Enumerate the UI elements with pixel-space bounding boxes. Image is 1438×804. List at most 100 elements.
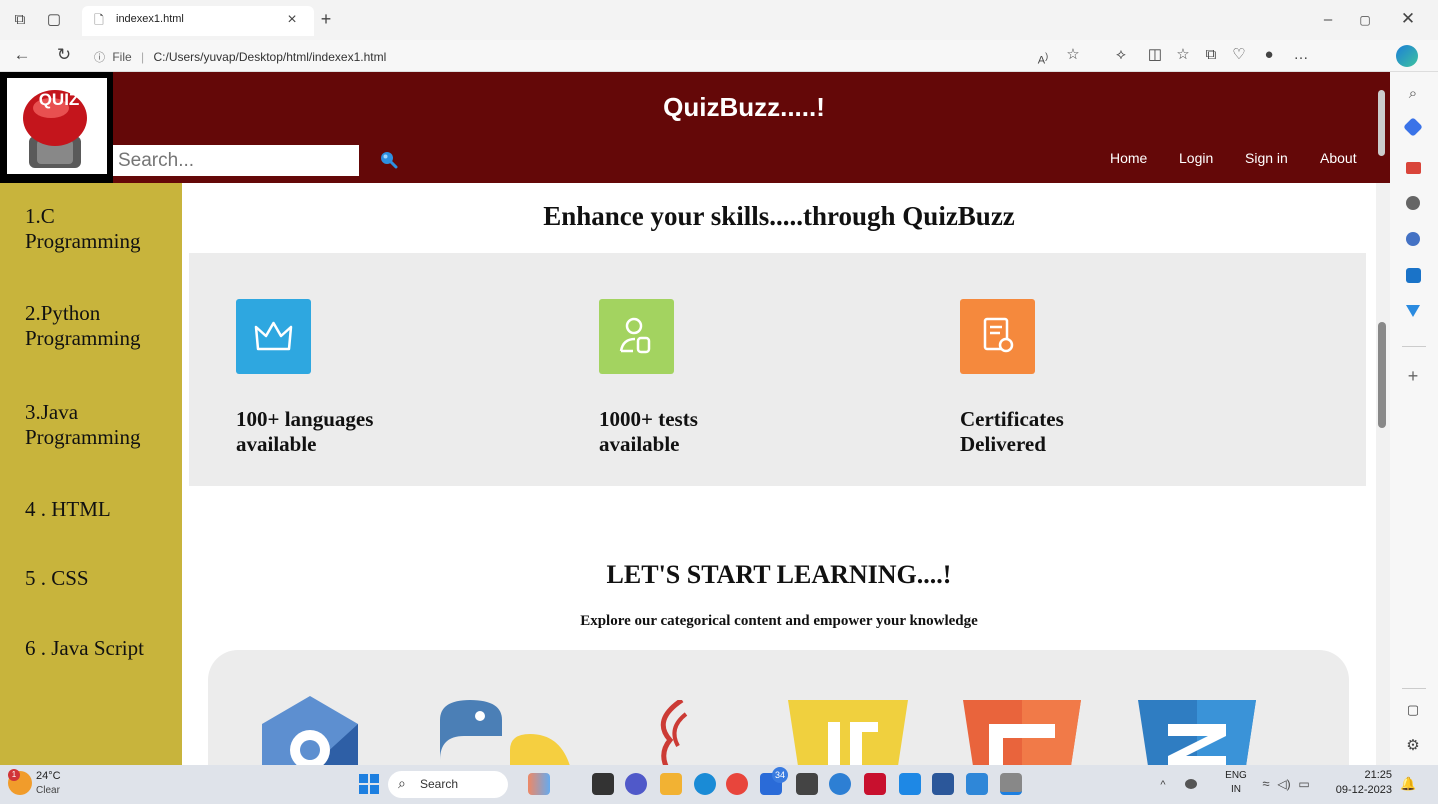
site-header: QUIZ QuizBuzz.....! Home Login Sign in A… [0,72,1376,183]
sidebar-item-python[interactable]: 2.Python Programming [25,301,165,351]
sidebar-item-css[interactable]: 5 . CSS [25,566,175,591]
certificate-icon [960,299,1035,374]
html-logo[interactable] [963,700,1081,765]
python-logo[interactable] [430,696,570,765]
games-icon[interactable] [1406,196,1420,210]
search-highlight-icon[interactable] [528,773,550,795]
shopping-tag-icon[interactable] [1403,117,1423,137]
extensions-icon[interactable]: ⟡ [1110,45,1132,65]
feature-1-line1: 100+ languages [236,407,374,431]
add-sidebar-app-icon[interactable]: + [1402,366,1424,386]
sidebar-item-c[interactable]: 1.C Programming [25,204,165,254]
profile-icon[interactable]: ● [1258,45,1280,65]
search-icon[interactable]: ⌕ [1402,84,1424,104]
word-icon[interactable] [932,773,954,795]
task-view-icon[interactable] [592,773,614,795]
microsoft365-icon[interactable] [1406,232,1420,246]
browser-essentials-icon[interactable]: ♡ [1228,45,1250,65]
css-logo[interactable] [1138,700,1256,765]
new-tab-icon[interactable]: + [316,9,336,29]
taskbar-search-label: Search [420,777,459,791]
nav-home[interactable]: Home [1110,150,1147,166]
search-icon[interactable] [380,151,398,169]
file-explorer-icon[interactable] [660,773,682,795]
clock-date[interactable]: 09-12-2023 [1330,784,1392,796]
hero-heading: Enhance your skills.....through QuizBuzz [543,201,1015,231]
back-icon[interactable]: ← [12,45,32,65]
sidebar-item-javascript[interactable]: 6 . Java Script [25,636,185,661]
teams-icon[interactable] [625,773,647,795]
notification-count: 34 [772,767,788,783]
url-prefix: File [112,50,132,64]
calculator-icon[interactable] [796,773,818,795]
drop-icon[interactable] [1406,305,1420,317]
edge-icon[interactable] [694,773,716,795]
windows-start-icon[interactable] [359,774,379,794]
outlook-icon[interactable] [1406,268,1421,283]
feature-3-line2: Delivered [960,432,1046,456]
feature-1-line2: available [236,432,317,456]
hide-sidebar-icon[interactable]: ▢ [1402,700,1424,720]
url-field[interactable]: ⓘ File | C:/Users/yuvap/Desktop/html/ind… [94,45,1014,69]
tools-icon[interactable] [1406,162,1421,174]
volume-icon[interactable]: ◁) [1276,774,1292,794]
battery-icon[interactable]: ▭ [1296,774,1312,794]
c-language-logo[interactable] [262,696,358,765]
windows-taskbar: 1 24°C Clear ⌕ Search 34 ^ ENG IN ≈ ◁) ▭… [0,765,1438,804]
java-logo[interactable] [652,700,692,765]
clock-time[interactable]: 21:25 [1330,769,1392,781]
myjio-icon[interactable] [899,773,921,795]
learn-subheading: Explore our categorical content and empo… [580,613,978,629]
nav-login[interactable]: Login [1179,150,1213,166]
close-tab-icon[interactable]: × [282,10,302,30]
language-bottom[interactable]: IN [1224,784,1248,795]
nav-sign-in[interactable]: Sign in [1245,150,1288,166]
javascript-logo[interactable] [788,700,908,765]
minimize-icon[interactable]: – [1318,10,1338,30]
page-scrollbar-thumb[interactable] [1378,322,1386,428]
learn-heading: LET'S START LEARNING....! [606,560,952,589]
chrome-icon[interactable] [726,773,748,795]
tab-actions-icon[interactable]: ▢ [44,10,64,30]
user-badge-icon [599,299,674,374]
logo[interactable]: QUIZ [0,72,113,183]
read-aloud-icon[interactable]: A) [1032,46,1054,71]
feature-2-line1: 1000+ tests [599,407,698,431]
mcafee-icon[interactable] [864,773,886,795]
snipping-tool-icon[interactable] [1000,773,1022,795]
more-options-icon[interactable]: … [1290,45,1312,65]
weather-desc: Clear [36,785,60,796]
help-icon[interactable] [829,773,851,795]
wifi-icon[interactable]: ≈ [1258,774,1274,794]
show-hidden-icons[interactable]: ^ [1156,775,1170,795]
weather-badge: 1 [8,769,20,781]
split-screen-icon[interactable]: ◫ [1144,45,1166,65]
notification-bell-icon[interactable]: 🔔 [1400,774,1416,794]
restore-icon[interactable]: ▢ [1355,10,1375,30]
sidebar-item-html[interactable]: 4 . HTML [25,497,175,522]
categories-panel [208,650,1349,765]
language-top[interactable]: ENG [1224,770,1248,781]
page-scrollbar[interactable] [1376,183,1390,765]
browser-tab[interactable]: 🗋 indexex1.html × [82,6,314,36]
weather-temp: 24°C [36,770,61,782]
close-window-icon[interactable]: ✕ [1398,9,1418,29]
site-title: QuizBuzz.....! [663,92,825,122]
notepad-icon[interactable] [966,773,988,795]
refresh-icon[interactable]: ↻ [54,45,74,65]
search-icon: ⌕ [398,775,406,791]
taskbar-search[interactable]: ⌕ Search [388,771,508,798]
nav-about[interactable]: About [1320,150,1357,166]
sidebar-item-java[interactable]: 3.Java Programming [25,400,165,450]
favorites-icon[interactable]: ☆ [1172,45,1194,65]
collections-icon[interactable]: ⧉ [1200,45,1222,65]
features-panel: 100+ languages available 1000+ tests ava… [189,253,1366,486]
search-input[interactable] [113,145,359,176]
header-scrollbar-thumb[interactable] [1378,90,1385,156]
info-icon: ⓘ [94,52,105,64]
sidebar-settings-icon[interactable]: ⚙ [1402,736,1424,756]
onedrive-icon[interactable] [1185,779,1197,789]
favorite-star-icon[interactable]: ☆ [1062,45,1084,65]
copilot-icon[interactable] [1396,45,1418,67]
workspaces-icon[interactable]: ⧉ [10,10,30,30]
